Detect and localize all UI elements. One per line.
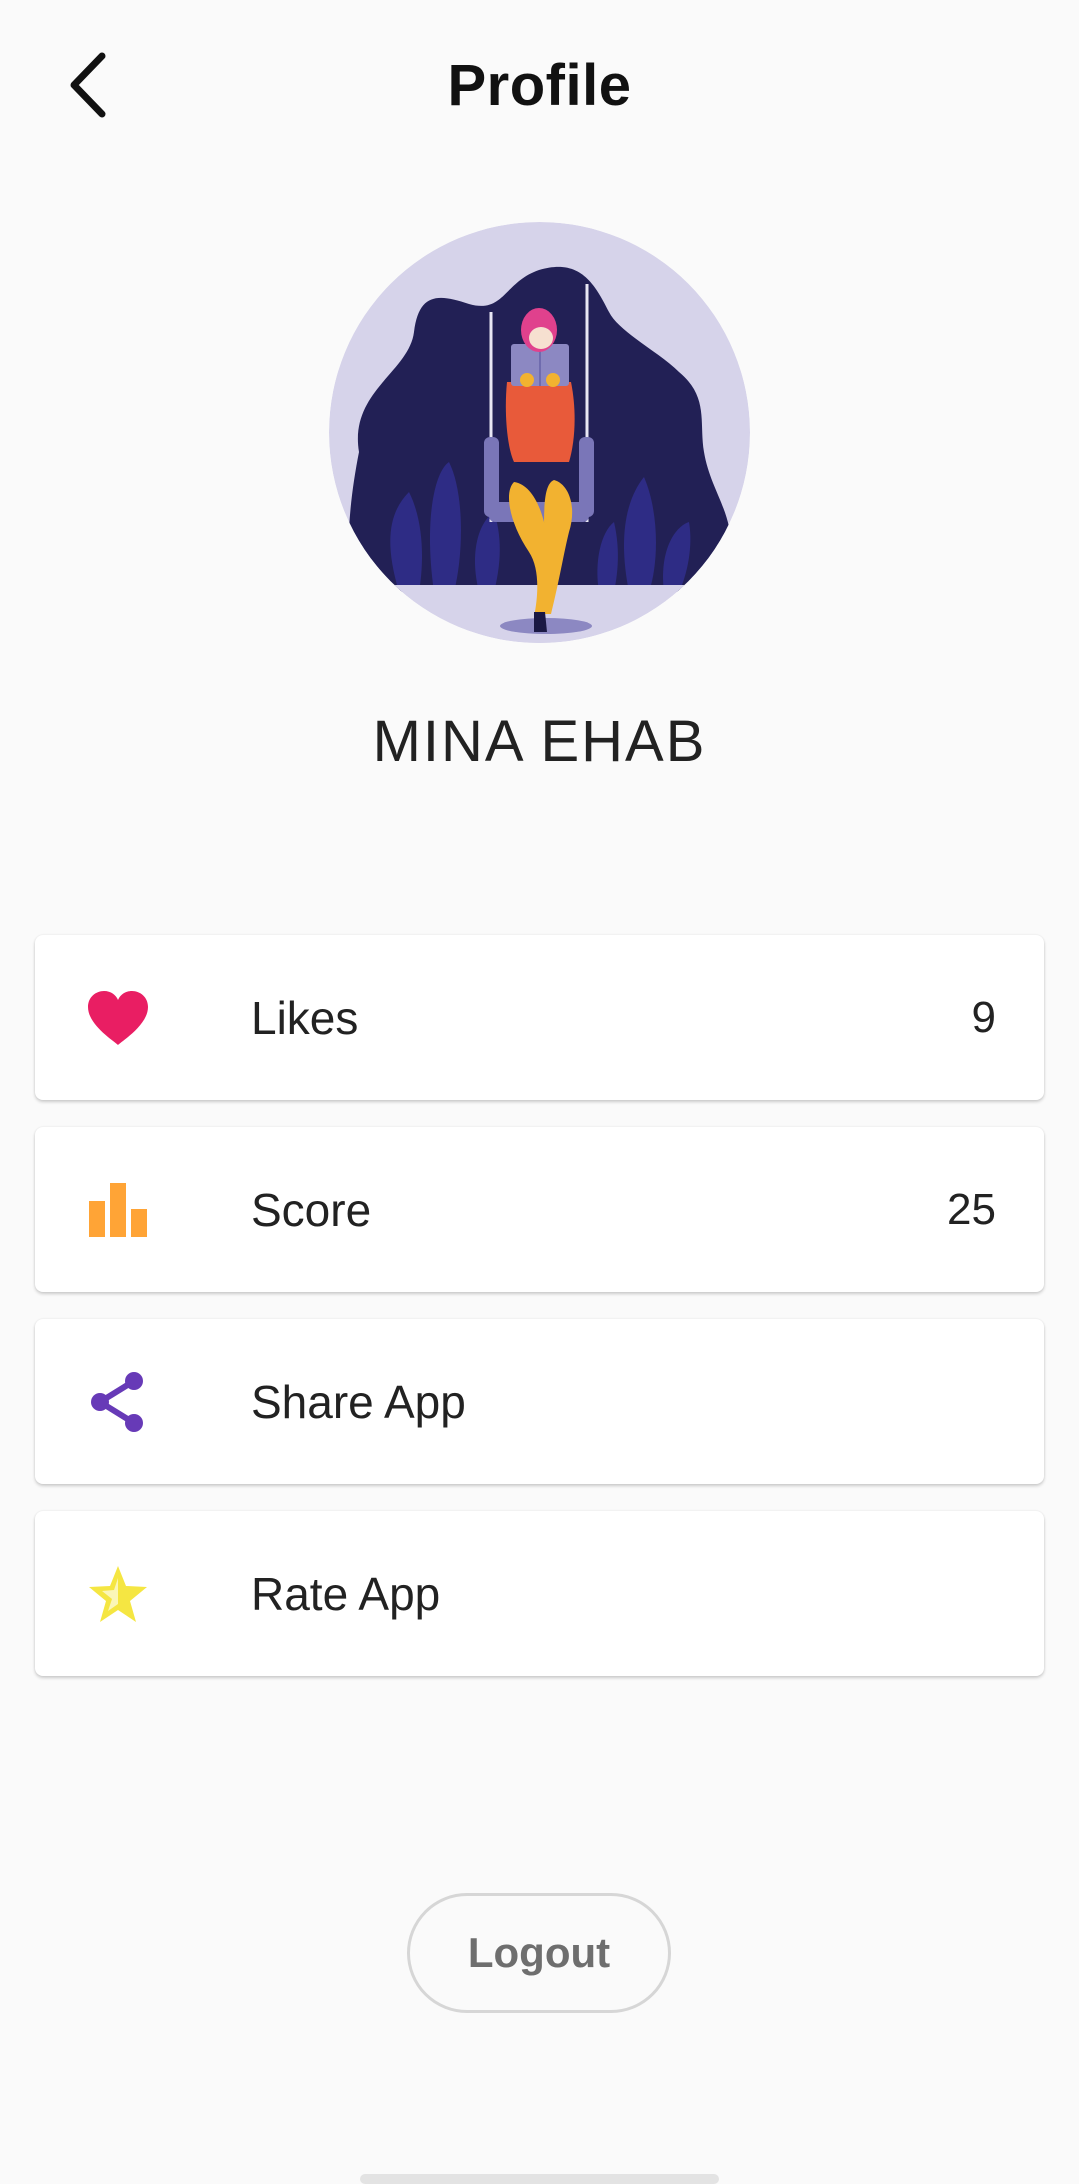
share-app-label: Share App	[251, 1375, 466, 1428]
share-icon	[85, 1369, 151, 1435]
user-name: MINA EHAB	[372, 709, 707, 774]
logout-button[interactable]: Logout	[407, 1893, 671, 2013]
score-label: Score	[251, 1183, 372, 1236]
app-bar: Profile	[0, 0, 1079, 170]
avatar	[329, 222, 750, 643]
bar-chart-icon	[85, 1177, 151, 1243]
page-title: Profile	[447, 53, 632, 118]
score-card[interactable]: Score 25	[35, 1127, 1044, 1292]
likes-card[interactable]: Likes 9	[35, 935, 1044, 1100]
share-app-card[interactable]: Share App	[35, 1319, 1044, 1484]
star-icon	[85, 1561, 151, 1627]
rate-app-label: Rate App	[251, 1567, 441, 1620]
likes-value: 9	[971, 992, 996, 1042]
home-indicator	[360, 2174, 719, 2184]
heart-icon	[85, 985, 151, 1051]
rate-app-card[interactable]: Rate App	[35, 1511, 1044, 1676]
avatar-illustration	[329, 222, 750, 643]
score-value: 25	[947, 1184, 996, 1234]
likes-label: Likes	[251, 991, 359, 1044]
